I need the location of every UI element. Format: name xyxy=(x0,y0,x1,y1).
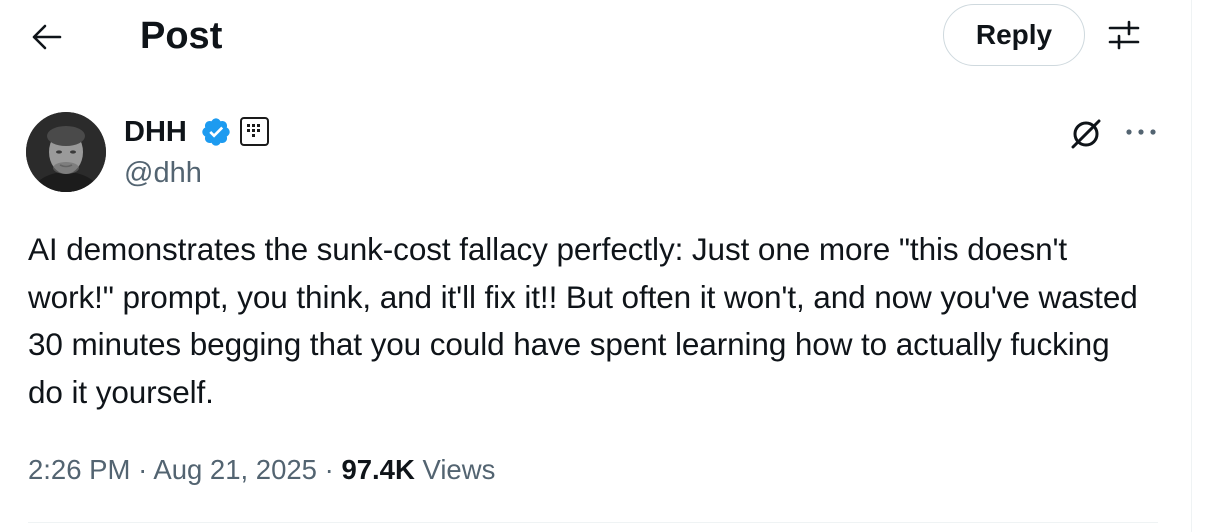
meta-separator: · xyxy=(138,454,148,485)
author-name[interactable]: DHH xyxy=(124,114,187,150)
post-meta: 2:26 PM · Aug 21, 2025 · 97.4K Views xyxy=(28,450,495,490)
back-button[interactable] xyxy=(22,12,72,62)
grok-button[interactable] xyxy=(1066,114,1106,154)
sliders-icon xyxy=(1108,20,1140,50)
more-icon xyxy=(1126,129,1156,135)
avatar-photo xyxy=(26,112,106,192)
verified-badge-icon xyxy=(202,118,230,146)
more-options-button[interactable] xyxy=(1121,114,1161,150)
avatar[interactable] xyxy=(26,112,106,192)
post-date[interactable]: Aug 21, 2025 xyxy=(153,454,317,485)
post-text: AI demonstrates the sunk-cost fallacy pe… xyxy=(28,231,1138,410)
post-time[interactable]: 2:26 PM xyxy=(28,454,130,485)
column-border xyxy=(1191,0,1192,532)
affiliate-badge-icon[interactable] xyxy=(240,117,269,146)
grok-icon xyxy=(1071,119,1101,149)
views-count: 97.4K xyxy=(341,454,415,485)
arrow-left-icon xyxy=(32,24,62,50)
meta-separator: · xyxy=(324,454,334,485)
views-label: Views xyxy=(422,454,496,485)
reply-button[interactable]: Reply xyxy=(943,4,1085,66)
author-handle[interactable]: @dhh xyxy=(124,155,202,191)
divider xyxy=(28,522,1158,523)
post-page: Post Reply DHH @dhh AI demonstrates the … xyxy=(0,0,1190,532)
filter-button[interactable] xyxy=(1103,14,1145,56)
page-title: Post xyxy=(140,15,223,57)
